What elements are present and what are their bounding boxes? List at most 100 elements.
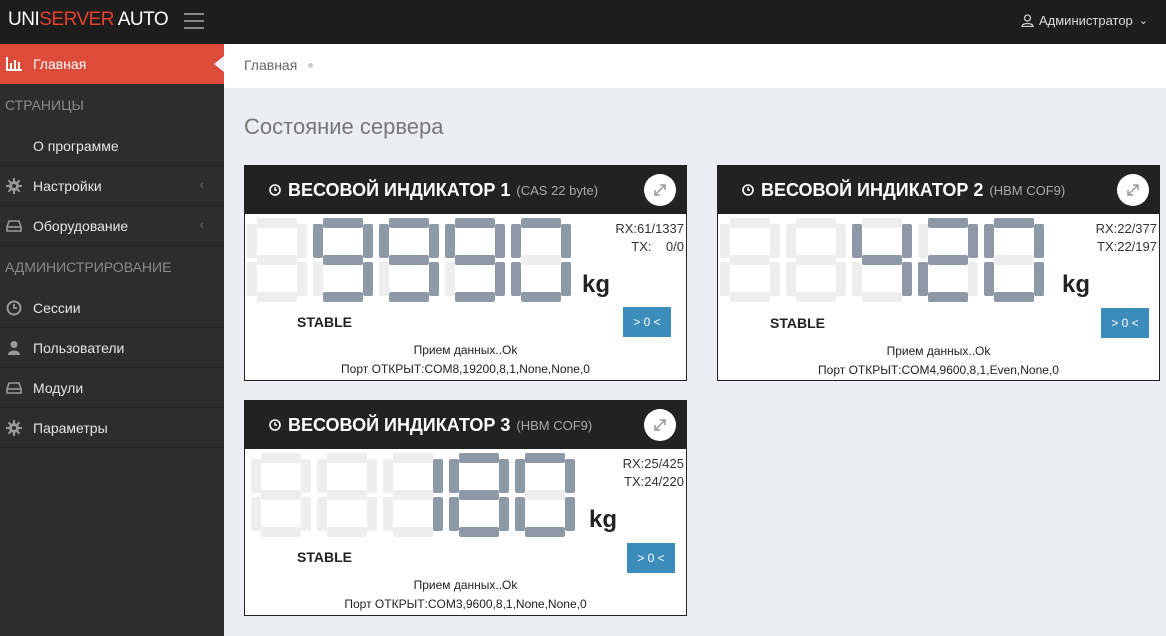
digit-segment-a [862,218,902,228]
digit-segment-c [499,497,509,531]
digit-segment-b [836,224,846,258]
sidebar-section-pages: СТРАНИЦЫ [5,97,84,113]
logo-text-auto: AUTO [114,9,169,30]
digit-segment-e [918,262,928,296]
digit-segment-a [257,218,297,228]
digit-segment-c [433,497,443,531]
digit-segment-b [495,224,505,258]
chevron-down-icon: ⌄ [1138,15,1148,27]
digit-segment-g [261,490,301,500]
sidebar-item-modules[interactable]: Модули [0,368,224,408]
digit-segment-g [257,255,297,265]
sidebar-item-equipment[interactable]: Оборудование ‹ [0,206,224,246]
status-port: Порт ОТКРЫТ:COM8,19200,8,1,None,None,0 [341,362,590,376]
breadcrumb: Главная [224,44,1166,88]
sidebar-item-sessions[interactable]: Сессии [0,288,224,328]
user-menu[interactable]: Администратор ⌄ [1021,13,1148,28]
digit-segment-b [770,224,780,258]
digit-segment-b [1034,224,1044,258]
rx-tx-counter: RX:22/377 TX:22/197 [1096,220,1157,256]
sidebar-item-users[interactable]: Пользователи [0,328,224,368]
digit-segment-a [521,218,561,228]
scale-panel-2: ВЕСОВОЙ ИНДИКАТОР 2 (HBM COF9) kg RX:22/… [717,165,1160,381]
status-text: Прием данных..Ok Порт ОТКРЫТ:COM8,19200,… [245,341,686,379]
seven-segment-digit [251,453,311,537]
status-stable: STABLE [770,315,825,331]
zero-button[interactable]: > 0 < [627,543,675,573]
sidebar-item-parameters[interactable]: Параметры [0,408,224,448]
digit-segment-b [968,224,978,258]
digit-segment-c [363,262,373,296]
digit-segment-c [561,262,571,296]
sidebar-item-main[interactable]: Главная [0,44,224,84]
sidebar-item-label: О программе [33,137,119,154]
breadcrumb-item-main[interactable]: Главная [244,57,297,73]
chevron-left-icon: ‹ [199,217,204,232]
rx-counter: RX:22/377 [1095,221,1157,236]
digit-segment-a [389,218,429,228]
digit-segment-d [261,527,301,537]
unit-label: kg [589,506,618,533]
digit-segment-d [928,292,968,302]
sidebar-item-label: Параметры [33,419,108,436]
digit-segment-c [1034,262,1044,296]
sidebar-item-about[interactable]: О программе [0,126,224,166]
digit-segment-e [852,262,862,296]
panel-title: ВЕСОВОЙ ИНДИКАТОР 2 [761,179,984,200]
scale-panel-1: ВЕСОВОЙ ИНДИКАТОР 1 (CAS 22 byte) kg RX:… [244,165,687,381]
status-stable: STABLE [297,549,352,565]
expand-icon[interactable] [1117,174,1149,206]
seven-segment-digit [984,218,1044,302]
digit-segment-g [796,255,836,265]
bar-chart-icon [6,57,22,71]
panel-subtitle: (HBM COF9) [516,417,593,433]
page-title: Состояние сервера [244,114,444,139]
digit-segment-a [261,453,301,463]
digit-segment-a [994,218,1034,228]
digit-segment-f [515,459,525,493]
clock-icon [742,184,754,196]
sidebar-item-label: Главная [33,56,87,72]
digit-segment-f [251,459,261,493]
digit-segment-d [796,292,836,302]
expand-icon[interactable] [644,409,676,441]
rx-tx-counter: RX:25/425 TX:24/220 [623,455,684,491]
digit-segment-a [796,218,836,228]
digit-segment-f [720,224,730,258]
digit-segment-c [429,262,439,296]
sidebar: Главная СТРАНИЦЫ О программе Настройки ‹… [0,44,224,636]
expand-icon[interactable] [644,174,676,206]
digit-segment-g [525,490,565,500]
status-receive: Прием данных..Ok [413,343,518,357]
digit-segment-e [515,497,525,531]
digit-segment-a [455,218,495,228]
digit-segment-f [247,224,257,258]
hdd-icon [6,382,22,394]
digit-segment-d [521,292,561,302]
digit-segment-c [902,262,912,296]
status-text: Прием данных..Ok Порт ОТКРЫТ:COM4,9600,8… [718,342,1159,380]
clock-icon [6,300,22,316]
digit-segment-c [836,262,846,296]
digit-segment-e [449,497,459,531]
app-logo[interactable]: UNISERVER AUTO [8,9,169,31]
zero-button[interactable]: > 0 < [1101,308,1149,338]
sidebar-item-settings[interactable]: Настройки ‹ [0,166,224,206]
user-name: Администратор [1038,13,1133,28]
seven-segment-digit [720,218,780,302]
zero-button[interactable]: > 0 < [623,307,671,337]
user-icon [8,341,20,355]
status-receive: Прием данных..Ok [413,578,518,592]
digit-segment-f [852,224,862,258]
logo-text-uni: UNI [8,9,40,30]
menu-toggle-icon[interactable] [184,13,204,29]
status-port: Порт ОТКРЫТ:COM3,9600,8,1,None,None,0 [344,597,587,611]
tx-counter: TX: 0/0 [631,239,684,254]
sidebar-item-label: Настройки [33,177,102,194]
digit-segment-b [565,459,575,493]
digit-segment-b [301,459,311,493]
panel-header: ВЕСОВОЙ ИНДИКАТОР 1 (CAS 22 byte) [245,166,686,214]
digit-segment-b [499,459,509,493]
digit-segment-g [389,255,429,265]
chevron-left-icon: ‹ [199,177,204,192]
